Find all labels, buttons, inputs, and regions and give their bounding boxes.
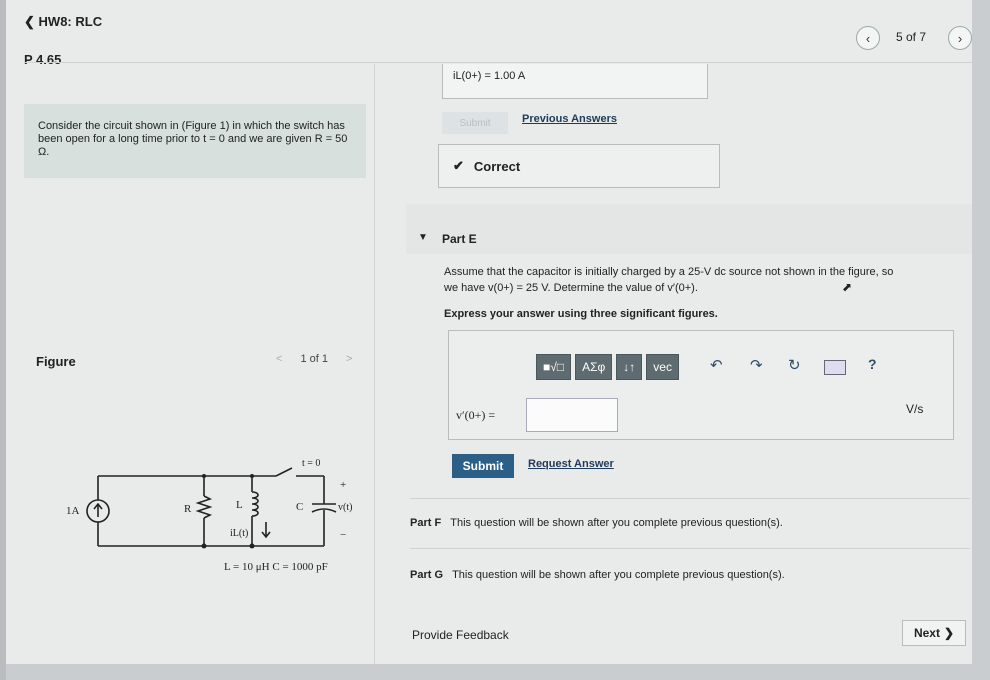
templates-button[interactable]: ■√□ <box>536 354 572 380</box>
next-button[interactable]: Next ❯ <box>902 620 966 646</box>
part-f-label: Part F <box>410 517 442 529</box>
minus-sign: − <box>340 529 346 541</box>
part-e-header[interactable] <box>406 204 972 254</box>
request-answer-link[interactable]: Request Answer <box>528 458 614 470</box>
chevron-right-icon: ❯ <box>943 626 955 640</box>
mouse-cursor-icon: ⬈ <box>842 280 853 294</box>
problem-title: P 4.65 <box>24 52 62 67</box>
answer-units: V/s <box>906 402 924 416</box>
plus-sign: + <box>340 479 346 491</box>
next-label: Next <box>913 626 940 640</box>
source-label: 1A <box>66 505 80 517</box>
header-divider <box>24 62 972 63</box>
math-toolbar: ■√□ ΑΣφ ↓↑ vec <box>536 354 679 380</box>
answer-input[interactable] <box>526 398 618 432</box>
provide-feedback-link[interactable]: Provide Feedback <box>412 628 509 642</box>
keyboard-icon[interactable] <box>824 360 846 375</box>
correct-feedback: ✔ Correct <box>438 144 720 188</box>
greek-button[interactable]: ΑΣφ <box>575 354 613 380</box>
vector-button[interactable]: vec <box>646 354 679 380</box>
previous-answer: iL(0+) = 1.00 A <box>453 70 526 82</box>
next-problem-button[interactable]: › <box>948 26 972 50</box>
part-e-question: Assume that the capacitor is initially c… <box>444 264 964 296</box>
help-icon[interactable]: ? <box>868 356 877 372</box>
question-line-2: we have v(0+) = 25 V. Determine the valu… <box>444 282 698 294</box>
inductor-current-label: iL(t) <box>230 528 248 539</box>
assignment-title: HW8: RLC <box>38 14 103 29</box>
column-divider <box>374 64 375 664</box>
capacitor-label: C <box>296 501 303 513</box>
part-g-row[interactable]: Part G This question will be shown after… <box>410 569 785 581</box>
resistor-label: R <box>184 503 192 515</box>
inductor-label: L <box>236 499 243 511</box>
submit-button[interactable]: Submit <box>452 454 514 478</box>
answer-editor <box>448 330 954 440</box>
part-g-text: This question will be shown after you co… <box>452 569 785 581</box>
figure-page: 1 of 1 <box>300 353 328 365</box>
chevron-right-icon: › <box>957 30 963 46</box>
problem-pager: 5 of 7 <box>896 30 927 44</box>
sig-figs-instruction: Express your answer using three signific… <box>444 308 718 320</box>
previous-answer-box: iL(0+) = 1.00 A <box>442 64 708 99</box>
part-g-label: Part G <box>410 569 444 581</box>
component-values: L = 10 μH C = 1000 pF <box>224 561 328 573</box>
submit-button-disabled: Submit <box>442 112 508 134</box>
part-e-label: Part E <box>442 232 477 246</box>
switch-label: t = 0 <box>302 458 320 469</box>
prev-problem-button[interactable]: ‹ <box>856 26 880 50</box>
chevron-left-icon: ‹ <box>865 30 871 46</box>
chevron-left-icon[interactable]: < <box>276 353 282 365</box>
problem-statement: Consider the circuit shown in (Figure 1)… <box>38 120 348 158</box>
arrows-button[interactable]: ↓↑ <box>616 354 643 380</box>
homework-page: ❮ HW8: RLC P 4.65 ‹ 5 of 7 › Consider th… <box>6 0 972 664</box>
part-g-divider <box>410 548 970 549</box>
circuit-diagram[interactable]: 1A R L iL(t) C v(t) t = 0 + − L = 10 μH … <box>56 448 356 578</box>
chevron-right-icon[interactable]: > <box>346 353 352 365</box>
previous-answers-link[interactable]: Previous Answers <box>522 113 617 125</box>
figure-pager: < 1 of 1 > <box>276 353 352 365</box>
redo-icon[interactable]: ↷ <box>750 356 763 374</box>
part-f-row[interactable]: Part F This question will be shown after… <box>410 517 783 529</box>
part-f-divider <box>410 498 970 499</box>
reset-icon[interactable]: ↻ <box>788 356 801 374</box>
answer-label: v′(0+) = <box>456 408 496 422</box>
chevron-left-icon: ❮ <box>24 14 35 29</box>
undo-icon[interactable]: ↶ <box>710 356 723 374</box>
back-link[interactable]: ❮ HW8: RLC <box>24 14 102 30</box>
checkmark-icon: ✔ <box>453 158 464 173</box>
correct-label: Correct <box>473 158 521 174</box>
capacitor-voltage-label: v(t) <box>338 502 352 513</box>
figure-label: Figure <box>36 354 76 369</box>
part-f-text: This question will be shown after you co… <box>450 517 783 529</box>
caret-down-icon[interactable]: ▼ <box>418 232 428 243</box>
question-line-1: Assume that the capacitor is initially c… <box>444 266 894 278</box>
